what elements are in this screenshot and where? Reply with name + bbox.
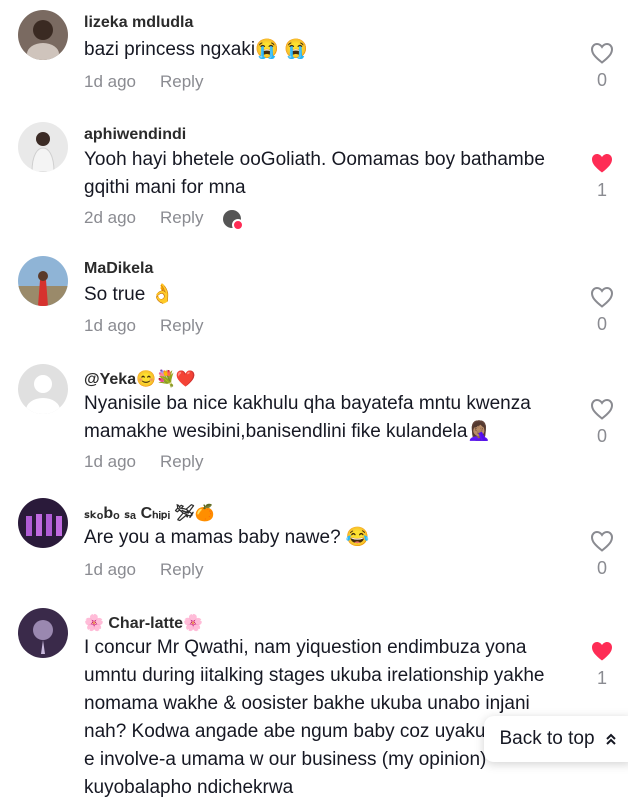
back-to-top-button[interactable]: Back to top xyxy=(484,716,628,762)
heart-filled-icon xyxy=(592,154,612,173)
creator-liked-avatar xyxy=(223,209,245,231)
comment-text: Yooh hayi bhetele ooGoliath. Oomamas boy… xyxy=(84,149,545,198)
comment-meta: 1d ago Reply xyxy=(84,316,203,336)
comment-meta: 1d ago Reply xyxy=(84,72,203,92)
like-button[interactable]: 0 xyxy=(588,286,616,335)
avatar[interactable] xyxy=(18,256,68,306)
comment-meta: 1d ago Reply xyxy=(84,560,203,580)
reply-button[interactable]: Reply xyxy=(160,316,203,335)
avatar[interactable] xyxy=(18,122,68,172)
reply-button[interactable]: Reply xyxy=(160,560,203,579)
heart-outline-icon xyxy=(590,286,614,308)
like-button[interactable]: 1 xyxy=(588,152,616,201)
comment-text: I concur Mr Qwathi, nam yiquestion endim… xyxy=(84,637,545,798)
comment-text: bazi princess ngxaki😭 😭 xyxy=(84,39,308,60)
avatar[interactable] xyxy=(18,498,68,548)
comment-time: 1d ago xyxy=(84,72,136,91)
heart-outline-icon xyxy=(590,42,614,64)
like-count: 1 xyxy=(596,180,607,200)
like-button[interactable]: 0 xyxy=(588,530,616,579)
heart-filled-icon xyxy=(592,642,612,661)
like-button[interactable]: 0 xyxy=(588,42,616,91)
reply-button[interactable]: Reply xyxy=(160,208,203,227)
comment-time: 2d ago xyxy=(84,208,136,227)
avatar[interactable] xyxy=(18,10,68,60)
avatar[interactable] xyxy=(18,608,68,658)
double-chevron-up-icon xyxy=(605,732,617,746)
like-count: 0 xyxy=(596,426,607,446)
like-button[interactable]: 0 xyxy=(588,398,616,447)
comment-username[interactable]: 🌸 Char-latte🌸 xyxy=(84,613,203,633)
comment-username[interactable]: @Yeka😊💐❤️ xyxy=(84,369,196,389)
heart-outline-icon xyxy=(590,398,614,420)
comment-text: So true 👌 xyxy=(84,284,175,305)
comment-time: 1d ago xyxy=(84,316,136,335)
like-count: 0 xyxy=(596,70,607,90)
comment-username[interactable]: ₛₖₒbₒ ₛₐ Cₕᵢₚᵢ 🛩🍊 xyxy=(84,503,215,523)
comment-time: 1d ago xyxy=(84,452,136,471)
like-count: 0 xyxy=(596,314,607,334)
reply-button[interactable]: Reply xyxy=(160,452,203,471)
comment-meta: 1d ago Reply xyxy=(84,452,203,472)
comment-text: Are you a mamas baby nawe? 😂 xyxy=(84,527,370,548)
comment-username[interactable]: lizeka mdludla xyxy=(84,14,193,32)
reply-button[interactable]: Reply xyxy=(160,72,203,91)
like-count: 0 xyxy=(596,558,607,578)
comment-meta: 2d ago Reply xyxy=(84,208,245,231)
like-button[interactable]: 1 xyxy=(588,640,616,689)
comment-username[interactable]: aphiwendindi xyxy=(84,126,186,144)
comment-time: 1d ago xyxy=(84,560,136,579)
like-count: 1 xyxy=(596,668,607,688)
comment-text: Nyanisile ba nice kakhulu qha bayatefa m… xyxy=(84,393,531,442)
heart-outline-icon xyxy=(590,530,614,552)
comment-username[interactable]: MaDikela xyxy=(84,260,153,278)
avatar[interactable] xyxy=(18,364,68,414)
back-to-top-label: Back to top xyxy=(499,728,595,749)
